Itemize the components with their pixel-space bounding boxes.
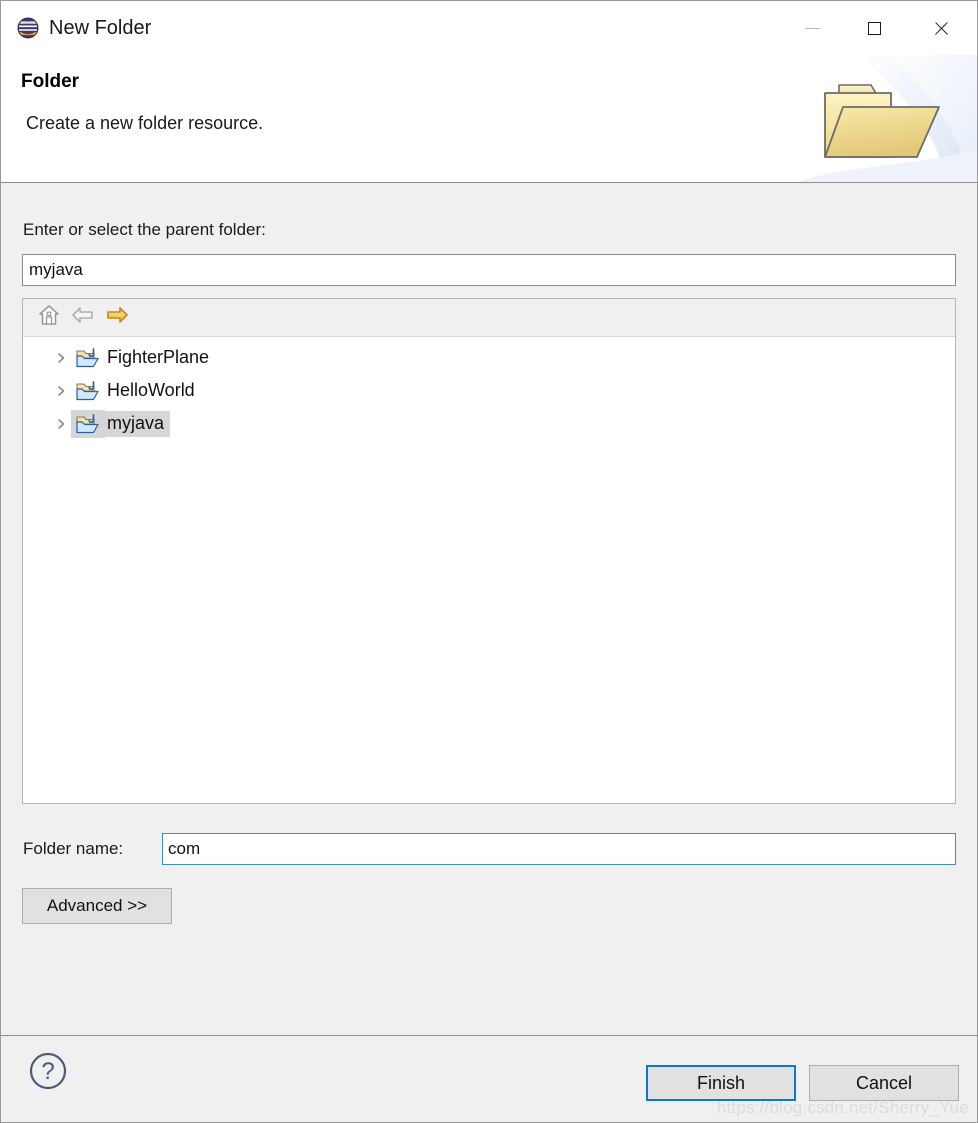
title-bar: New Folder bbox=[1, 1, 977, 55]
help-question-icon: ? bbox=[27, 1052, 69, 1096]
close-icon bbox=[933, 20, 950, 37]
tree-item-label: HelloWorld bbox=[107, 379, 195, 400]
finish-button[interactable]: Finish bbox=[646, 1065, 796, 1101]
dialog-body: Enter or select the parent folder: myjav… bbox=[1, 183, 977, 1035]
help-button[interactable]: ? bbox=[27, 1050, 69, 1092]
chevron-right-icon[interactable] bbox=[51, 348, 71, 368]
tree-item-icon-wrap bbox=[71, 344, 105, 372]
java-project-folder-icon bbox=[75, 413, 99, 435]
home-button[interactable] bbox=[32, 303, 66, 333]
folder-name-input[interactable] bbox=[162, 833, 956, 865]
chevron-right-icon[interactable] bbox=[51, 381, 71, 401]
tree-toolbar bbox=[23, 299, 955, 337]
page-description: Create a new folder resource. bbox=[26, 113, 264, 133]
folder-tree-panel: FighterPlane HelloWorld myjava bbox=[22, 298, 956, 804]
window-title: New Folder bbox=[49, 16, 152, 39]
close-button[interactable] bbox=[905, 1, 977, 55]
page-title: Folder bbox=[21, 71, 80, 92]
tree-item-label: FighterPlane bbox=[107, 346, 210, 367]
minimize-button[interactable] bbox=[781, 1, 843, 55]
back-arrow-icon bbox=[71, 305, 95, 330]
back-button[interactable] bbox=[66, 303, 100, 333]
java-project-folder-icon bbox=[75, 380, 99, 402]
title-bar-left: New Folder bbox=[1, 17, 781, 40]
maximize-button[interactable] bbox=[843, 1, 905, 55]
tree-item-icon-wrap bbox=[71, 409, 105, 438]
wizard-header: Folder Create a new folder resource. bbox=[1, 55, 977, 183]
forward-button[interactable] bbox=[100, 303, 134, 333]
project-tree: FighterPlane HelloWorld myjava bbox=[23, 337, 955, 440]
svg-text:?: ? bbox=[41, 1058, 54, 1085]
folder-name-label: Folder name: bbox=[23, 839, 124, 858]
watermark-text: https://blog.csdn.net/Sherry_Yue bbox=[716, 1098, 969, 1117]
tree-item-label: myjava bbox=[105, 410, 171, 437]
tree-item-helloworld[interactable]: HelloWorld bbox=[23, 374, 955, 407]
dialog-footer: ? Finish Cancel https://blog.csdn.net/Sh… bbox=[1, 1035, 977, 1122]
window-controls bbox=[781, 1, 977, 55]
tree-item-myjava[interactable]: myjava bbox=[23, 407, 955, 440]
maximize-icon bbox=[867, 21, 881, 35]
eclipse-logo-icon bbox=[17, 17, 39, 39]
tree-item-fighterplane[interactable]: FighterPlane bbox=[23, 341, 955, 374]
open-folder-banner-icon bbox=[824, 84, 940, 158]
new-folder-dialog: New Folder Folder Create a new folder re… bbox=[0, 0, 978, 1123]
cancel-button[interactable]: Cancel bbox=[809, 1065, 959, 1101]
home-icon bbox=[38, 304, 60, 331]
parent-folder-input[interactable] bbox=[22, 254, 956, 286]
java-project-folder-icon bbox=[75, 347, 99, 369]
parent-folder-label: Enter or select the parent folder: bbox=[23, 220, 266, 239]
chevron-right-icon[interactable] bbox=[51, 414, 71, 434]
minimize-icon bbox=[804, 27, 820, 29]
advanced-button[interactable]: Advanced >> bbox=[22, 888, 172, 924]
tree-item-icon-wrap bbox=[71, 377, 105, 405]
forward-arrow-icon bbox=[105, 305, 129, 330]
